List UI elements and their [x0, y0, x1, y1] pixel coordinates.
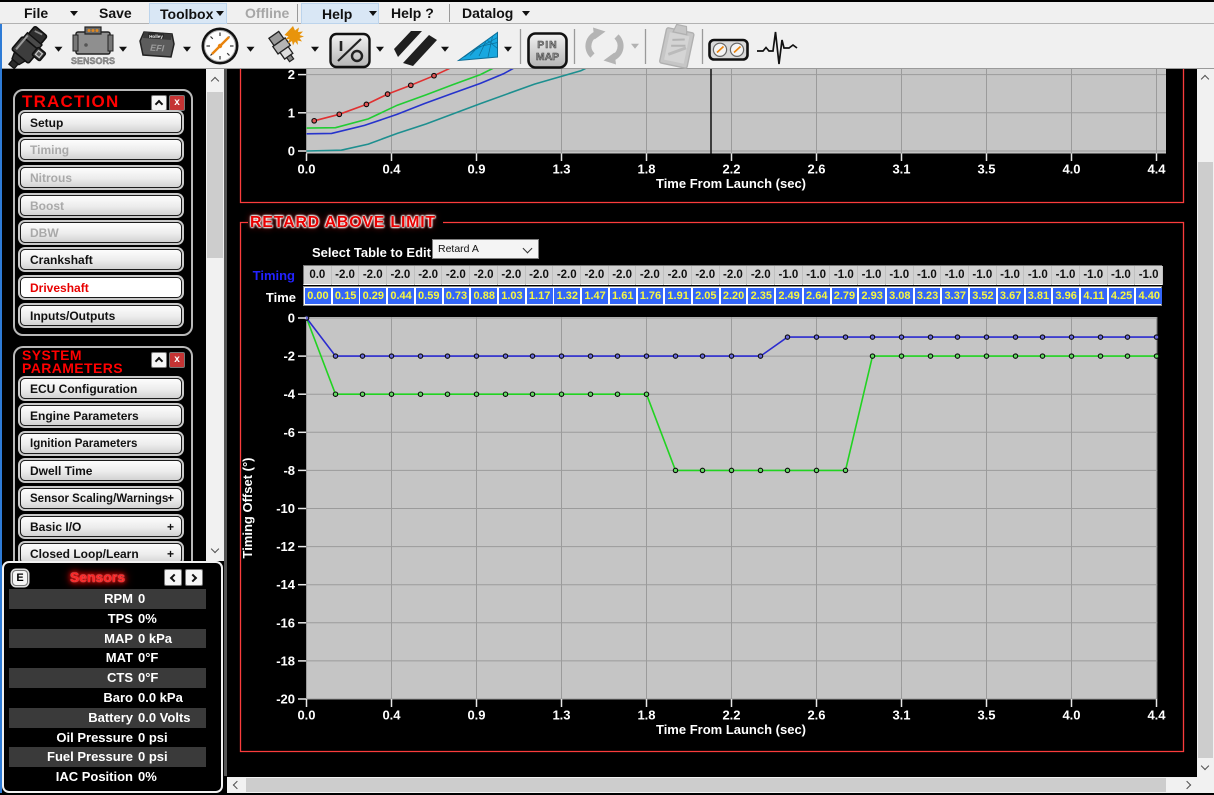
svg-text:-20: -20 [276, 692, 295, 707]
svg-text:2: 2 [288, 67, 295, 82]
svg-text:Time From Launch (sec): Time From Launch (sec) [656, 176, 806, 191]
svg-text:-8: -8 [283, 463, 295, 478]
svg-text:1.8: 1.8 [637, 708, 655, 723]
svg-text:3.5: 3.5 [977, 708, 995, 723]
svg-text:3.5: 3.5 [977, 162, 995, 177]
svg-text:4.0: 4.0 [1062, 162, 1080, 177]
svg-text:1.8: 1.8 [637, 162, 655, 177]
svg-text:2.2: 2.2 [722, 162, 740, 177]
svg-text:4.4: 4.4 [1147, 708, 1166, 723]
svg-text:1.3: 1.3 [552, 708, 570, 723]
svg-text:0.4: 0.4 [382, 708, 401, 723]
svg-text:1.3: 1.3 [552, 162, 570, 177]
svg-text:0.0: 0.0 [297, 162, 315, 177]
svg-text:3.1: 3.1 [892, 162, 910, 177]
svg-text:Timing Offset (°): Timing Offset (°) [240, 457, 255, 558]
svg-text:4.0: 4.0 [1062, 708, 1080, 723]
svg-text:-4: -4 [283, 387, 295, 402]
svg-text:0.0: 0.0 [297, 708, 315, 723]
svg-text:4.4: 4.4 [1147, 162, 1166, 177]
svg-text:-10: -10 [276, 501, 295, 516]
svg-text:-12: -12 [276, 539, 295, 554]
svg-text:0.9: 0.9 [467, 162, 485, 177]
svg-text:-14: -14 [276, 577, 296, 592]
svg-text:1: 1 [288, 105, 295, 120]
svg-text:2.6: 2.6 [807, 162, 825, 177]
svg-text:0: 0 [288, 144, 295, 159]
svg-text:-2: -2 [283, 349, 295, 364]
svg-text:-16: -16 [276, 615, 295, 630]
svg-text:Time From Launch (sec): Time From Launch (sec) [656, 722, 806, 737]
svg-text:0: 0 [288, 311, 295, 326]
svg-text:2.2: 2.2 [722, 708, 740, 723]
svg-text:-18: -18 [276, 653, 295, 668]
svg-text:0.9: 0.9 [467, 708, 485, 723]
svg-text:2.6: 2.6 [807, 708, 825, 723]
svg-text:3.1: 3.1 [892, 708, 910, 723]
svg-text:-6: -6 [283, 425, 295, 440]
svg-text:0.4: 0.4 [382, 162, 401, 177]
